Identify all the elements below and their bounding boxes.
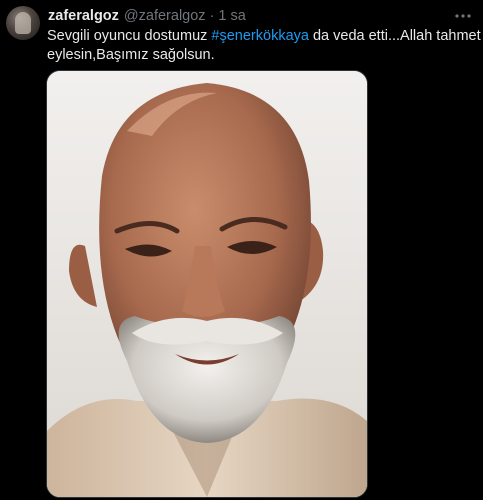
tweet-timestamp[interactable]: 1 sa xyxy=(218,8,245,24)
header-separator: · xyxy=(209,8,215,24)
author-handle[interactable]: @zaferalgoz xyxy=(124,8,206,24)
tweet-text-line-2: eylesin,Başımız sağolsun. xyxy=(47,47,215,63)
avatar[interactable] xyxy=(6,6,40,40)
tweet-card[interactable]: zaferalgoz @zaferalgoz · 1 sa Sevgili oy… xyxy=(0,0,483,500)
more-options-button[interactable] xyxy=(451,6,475,26)
more-dots-icon xyxy=(455,14,471,18)
portrait-image xyxy=(47,71,367,497)
tweet-header: zaferalgoz @zaferalgoz · 1 sa xyxy=(48,6,246,26)
tweet-photo[interactable] xyxy=(46,70,368,498)
avatar-figure xyxy=(15,12,31,34)
tweet-text: Sevgili oyuncu dostumuz #şenerkökkaya da… xyxy=(47,27,481,65)
author-display-name[interactable]: zaferalgoz xyxy=(48,8,119,24)
tweet-text-after-hashtag: da veda etti...Allah tahmet xyxy=(308,28,481,44)
hashtag-link[interactable]: #şenerkökkaya xyxy=(211,28,309,44)
tweet-text-line-1: Sevgili oyuncu dostumuz #şenerkökkaya da… xyxy=(47,27,481,46)
tweet-text-before-hashtag: Sevgili oyuncu dostumuz xyxy=(47,28,212,44)
